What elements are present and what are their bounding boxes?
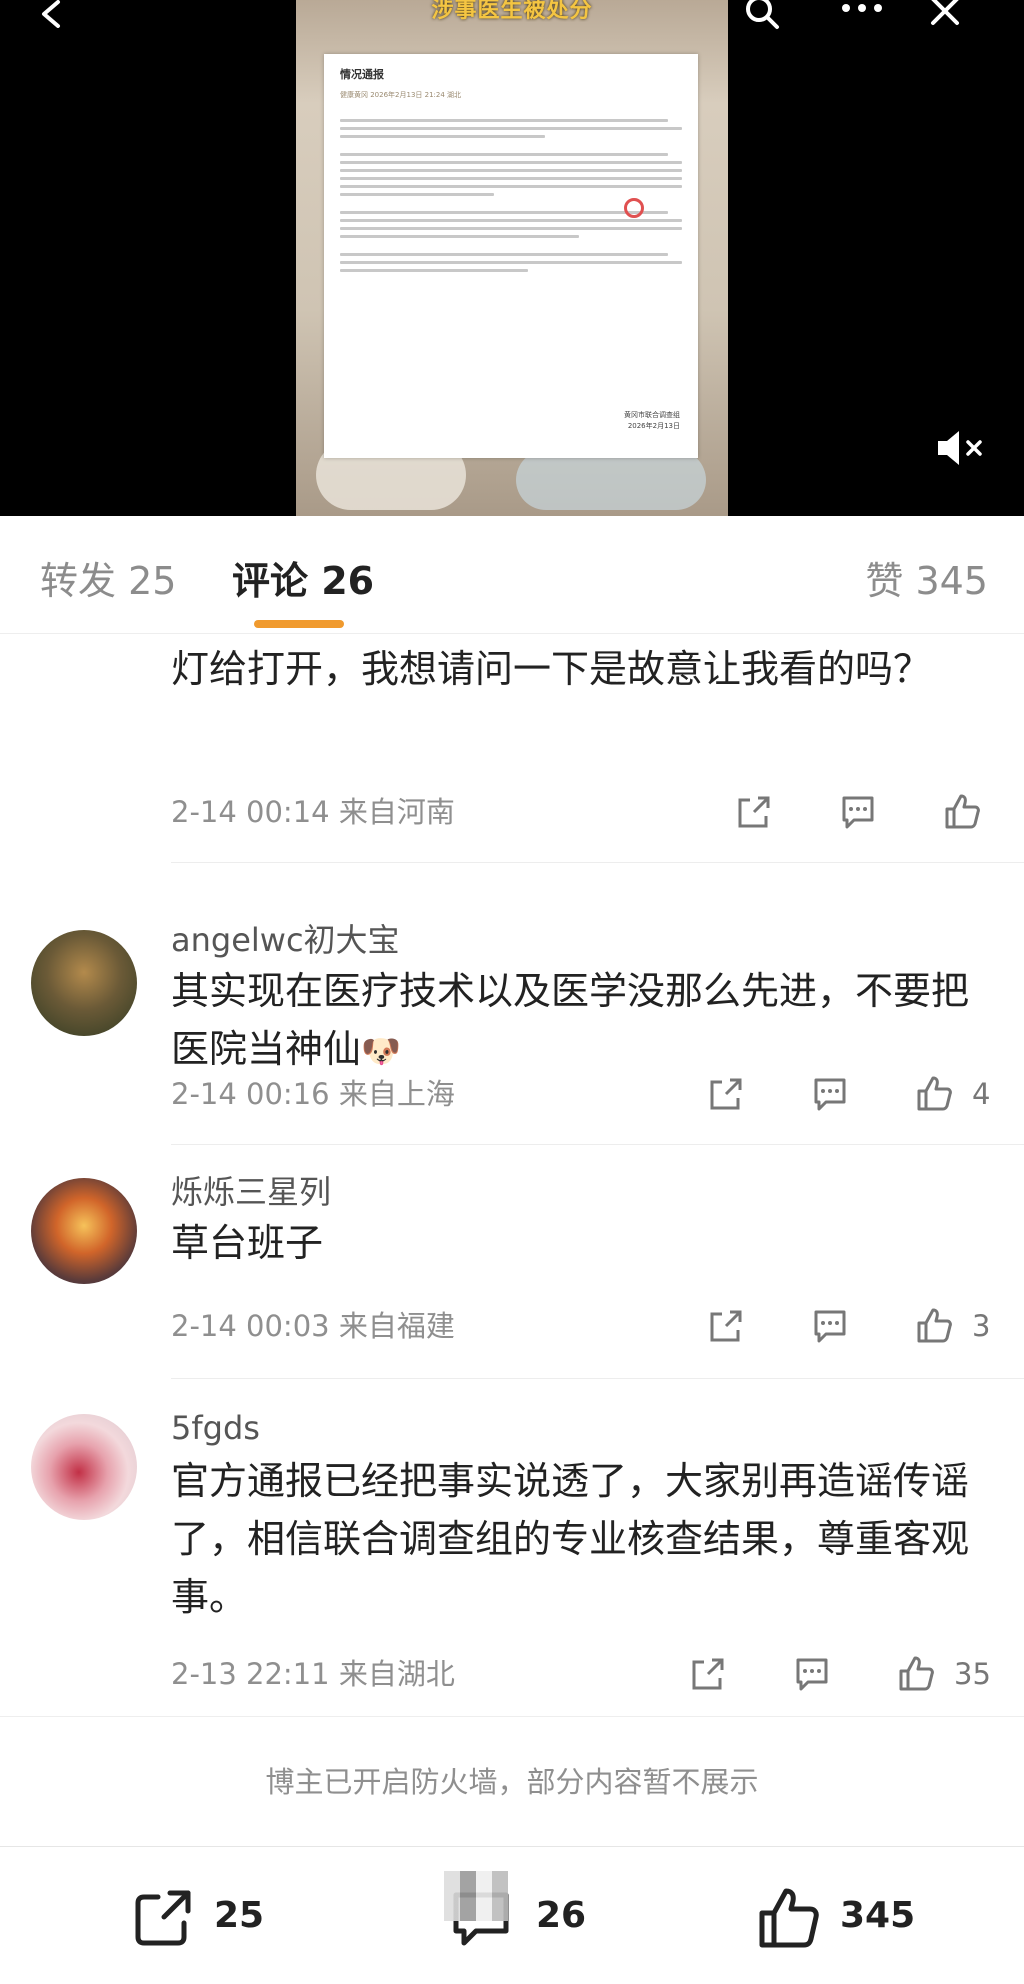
notice-document: 情况通报 健康黄冈 2026年2月13日 21:24 湖北 黄冈市联合调查组 2…	[324, 54, 698, 458]
notice-signature: 黄冈市联合调查组 2026年2月13日	[624, 410, 680, 432]
comment-text: 其实现在医疗技术以及医学没那么先进，不要把医院当神仙	[171, 969, 970, 1071]
like-count: 3	[972, 1309, 991, 1343]
back-icon[interactable]	[38, 0, 66, 28]
watermark-mosaic	[444, 1871, 508, 1921]
tab-reposts[interactable]: 转发 25	[40, 556, 176, 606]
comment-icon[interactable]	[810, 1074, 850, 1114]
share-icon[interactable]	[688, 1654, 728, 1694]
notice-signer: 黄冈市联合调查组	[624, 411, 680, 419]
comment-meta: 2-14 00:16 来自上海	[171, 1077, 455, 1111]
comment-icon[interactable]	[838, 792, 878, 832]
notice-meta: 健康黄冈 2026年2月13日 21:24 湖北	[340, 91, 462, 99]
doge-emoji: 🐶	[361, 1032, 401, 1070]
tab-bar: 转发 25 评论 26 赞 345	[0, 516, 1024, 634]
video-background-shape	[516, 450, 706, 510]
comment-text: 草台班子	[171, 1221, 324, 1265]
comment-meta: 2-14 00:03 来自福建	[171, 1309, 455, 1343]
avatar[interactable]	[31, 1414, 137, 1520]
comment-username[interactable]: 5fgds	[171, 1408, 260, 1448]
bottom-comment-count: 26	[536, 1895, 587, 1936]
video-player[interactable]: 涉事医生被处分 情况通报 健康黄冈 2026年2月13日 21:24 湖北 黄冈…	[0, 0, 1024, 516]
mute-icon[interactable]	[936, 428, 986, 468]
video-overlay-title: 涉事医生被处分	[431, 0, 593, 22]
bottom-repost-count: 25	[214, 1895, 265, 1936]
like-count: 4	[972, 1077, 991, 1111]
share-icon[interactable]	[706, 1306, 746, 1346]
comment-text: 官方通报已经把事实说透了，大家别再造谣传谣了，相信联合调查组的专业核查结果，尊重…	[171, 1459, 970, 1619]
notice-title: 情况通报	[340, 68, 384, 81]
more-icon[interactable]	[840, 0, 884, 14]
active-tab-indicator	[254, 620, 344, 628]
firewall-notice: 博主已开启防火墙，部分内容暂不展示	[0, 1716, 1024, 1846]
comment-icon[interactable]	[810, 1306, 850, 1346]
like-icon[interactable]	[896, 1654, 936, 1694]
comment-icon[interactable]	[792, 1654, 832, 1694]
video-frame: 涉事医生被处分 情况通报 健康黄冈 2026年2月13日 21:24 湖北 黄冈…	[296, 0, 728, 516]
comment-body: 其实现在医疗技术以及医学没那么先进，不要把医院当神仙🐶	[171, 962, 971, 1080]
search-icon[interactable]	[744, 0, 780, 30]
share-icon[interactable]	[706, 1074, 746, 1114]
like-icon[interactable]	[942, 792, 982, 832]
close-icon[interactable]	[930, 0, 960, 26]
red-mark	[624, 198, 644, 218]
avatar[interactable]	[31, 1178, 137, 1284]
like-count: 35	[954, 1657, 991, 1691]
tab-comments[interactable]: 评论 26	[232, 556, 374, 606]
comment-list[interactable]: 市紊河小学的精神病人教师故意把右边教学楼的灯给打开，我想请问一下是故意让我看的吗…	[0, 634, 1024, 1714]
divider	[171, 862, 1024, 863]
share-icon	[135, 1890, 191, 1946]
comment-meta: 2-14 00:14 来自河南	[171, 795, 455, 829]
comment-username[interactable]: 烁烁三星列	[171, 1172, 331, 1212]
notice-date: 2026年2月13日	[627, 422, 680, 430]
tab-likes[interactable]: 赞 345	[865, 556, 988, 606]
bottom-action-bar: 25 26 345	[0, 1846, 1024, 1984]
comment-username[interactable]: angelwc初大宝	[171, 920, 400, 960]
share-icon[interactable]	[734, 792, 774, 832]
comment-meta: 2-13 22:11 来自湖北	[171, 1657, 455, 1691]
bottom-like-count: 345	[840, 1895, 916, 1936]
like-icon[interactable]	[914, 1306, 954, 1346]
like-icon	[759, 1888, 819, 1948]
avatar[interactable]	[31, 930, 137, 1036]
comment-text: 市紊河小学的精神病人教师故意把右边教学楼的灯给打开，我想请问一下是故意让我看的吗…	[171, 647, 932, 691]
divider	[171, 1378, 1024, 1379]
divider	[171, 1144, 1024, 1145]
like-icon[interactable]	[914, 1074, 954, 1114]
